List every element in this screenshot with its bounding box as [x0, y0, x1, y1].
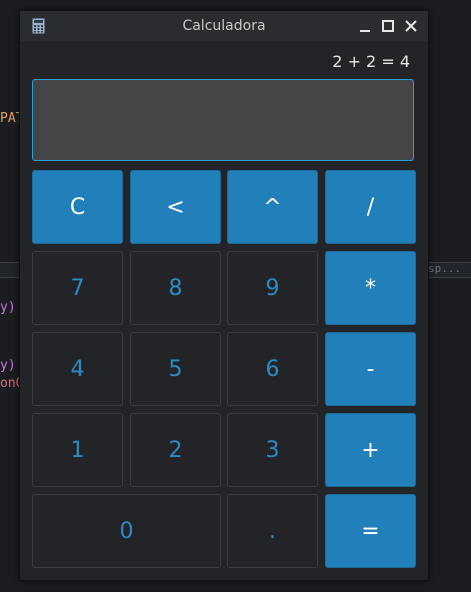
digit-2-button[interactable]: 2	[130, 413, 221, 487]
digit-6-button[interactable]: 6	[227, 332, 318, 406]
digit-1-button[interactable]: 1	[32, 413, 123, 487]
subtract-button[interactable]: -	[325, 332, 416, 406]
history-label: 2 + 2 = 4	[332, 52, 410, 71]
equals-button[interactable]: =	[325, 494, 416, 568]
clear-button[interactable]: C	[32, 170, 123, 244]
background-code-fragment: sp...	[428, 262, 462, 275]
digit-5-button[interactable]: 5	[130, 332, 221, 406]
title-bar[interactable]: Calculadora	[20, 11, 428, 41]
background-code-fragment: y)	[0, 300, 16, 315]
backspace-button[interactable]: <	[130, 170, 221, 244]
power-button[interactable]: ^	[227, 170, 318, 244]
close-icon[interactable]	[403, 18, 419, 34]
divide-button[interactable]: /	[325, 170, 416, 244]
minimize-icon[interactable]	[357, 18, 373, 34]
maximize-icon[interactable]	[380, 18, 396, 34]
digit-0-button[interactable]: 0	[32, 494, 221, 568]
decimal-button[interactable]: .	[227, 494, 318, 568]
add-button[interactable]: +	[325, 413, 416, 487]
digit-9-button[interactable]: 9	[227, 251, 318, 325]
digit-7-button[interactable]: 7	[32, 251, 123, 325]
digit-8-button[interactable]: 8	[130, 251, 221, 325]
calculator-display[interactable]	[32, 79, 414, 161]
calculator-window: Calculadora 2 + 2 = 4 C < ^ / 7 8 9 * 4 …	[19, 10, 429, 581]
digit-4-button[interactable]: 4	[32, 332, 123, 406]
digit-3-button[interactable]: 3	[227, 413, 318, 487]
multiply-button[interactable]: *	[325, 251, 416, 325]
background-code-fragment: y)	[0, 358, 16, 373]
